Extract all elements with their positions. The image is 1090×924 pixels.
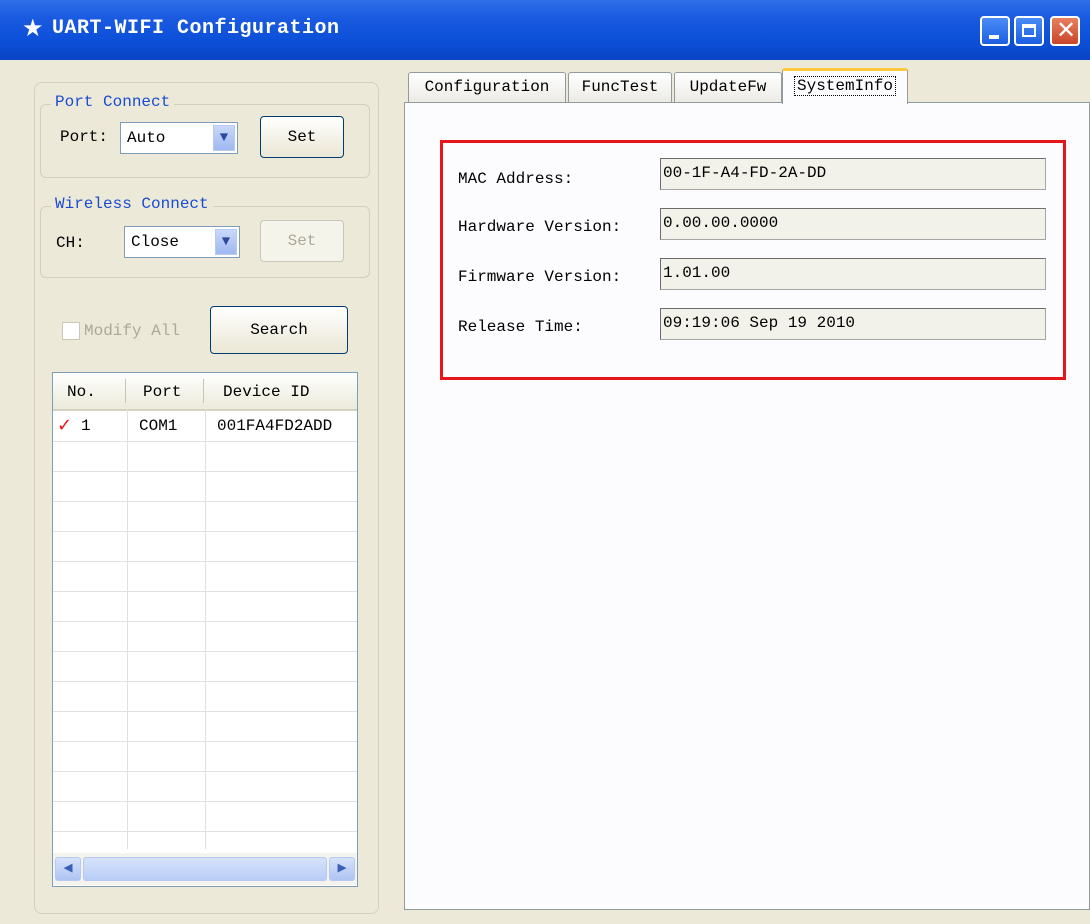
minimize-icon xyxy=(989,35,999,39)
horizontal-scrollbar[interactable]: ◀ ▶ xyxy=(53,853,357,885)
hardware-version-field[interactable]: 0.00.00.0000 xyxy=(660,208,1046,240)
release-time-field[interactable]: 09:19:06 Sep 19 2010 xyxy=(660,308,1046,340)
grid-line xyxy=(53,621,357,622)
grid-line xyxy=(53,771,357,772)
channel-select-value: Close xyxy=(131,233,180,251)
grid-line xyxy=(53,711,357,712)
window-title: UART-WIFI Configuration xyxy=(52,17,340,40)
table-row[interactable]: ✓ 1 COM1 001FA4FD2ADD xyxy=(53,411,357,441)
grid-line xyxy=(53,651,357,652)
column-divider[interactable] xyxy=(125,379,126,403)
device-list[interactable]: No. Port Device ID ✓ 1 COM1 001FA4FD2ADD… xyxy=(52,372,358,887)
grid-line xyxy=(205,409,206,849)
modify-all-label: Modify All xyxy=(84,322,181,340)
modify-all-checkbox[interactable] xyxy=(62,322,80,340)
maximize-icon xyxy=(1022,24,1036,37)
ch-label: CH: xyxy=(56,234,85,252)
tab-systeminfo[interactable]: SystemInfo xyxy=(782,68,908,104)
tab-functest-label: FuncTest xyxy=(581,78,659,96)
column-header-no[interactable]: No. xyxy=(67,383,96,401)
grid-line xyxy=(53,441,357,442)
mac-address-label: MAC Address: xyxy=(458,170,574,188)
grid-line xyxy=(53,471,357,472)
row-device-id: 001FA4FD2ADD xyxy=(217,417,333,435)
grid-line xyxy=(53,741,357,742)
grid-line xyxy=(53,681,357,682)
port-select-value: Auto xyxy=(127,129,166,147)
device-list-header: No. Port Device ID xyxy=(53,373,357,411)
search-button[interactable]: Search xyxy=(210,306,348,354)
tab-configuration[interactable]: Configuration xyxy=(408,72,566,102)
wireless-set-button[interactable]: Set xyxy=(260,220,344,262)
grid-line xyxy=(53,531,357,532)
grid-line xyxy=(53,831,357,832)
app-window: ★ UART-WIFI Configuration ✕ Port Connect… xyxy=(0,0,1090,924)
scroll-thumb[interactable] xyxy=(83,857,327,881)
minimize-button[interactable] xyxy=(980,16,1010,46)
column-header-device-id[interactable]: Device ID xyxy=(223,383,309,401)
firmware-version-field[interactable]: 1.01.00 xyxy=(660,258,1046,290)
close-icon: ✕ xyxy=(1056,16,1077,44)
column-divider[interactable] xyxy=(203,379,204,403)
title-bar[interactable]: ★ UART-WIFI Configuration ✕ xyxy=(0,0,1090,60)
port-select[interactable]: Auto ▼ xyxy=(120,122,238,154)
row-no: 1 xyxy=(81,417,91,435)
firmware-version-label: Firmware Version: xyxy=(458,268,622,286)
grid-line xyxy=(53,501,357,502)
mac-address-field[interactable]: 00-1F-A4-FD-2A-DD xyxy=(660,158,1046,190)
release-time-label: Release Time: xyxy=(458,318,583,336)
close-button[interactable]: ✕ xyxy=(1050,16,1080,46)
tab-updatefw-label: UpdateFw xyxy=(689,78,767,96)
scroll-left-icon[interactable]: ◀ xyxy=(55,857,81,881)
tab-functest[interactable]: FuncTest xyxy=(568,72,672,102)
tab-systeminfo-label: SystemInfo xyxy=(793,76,896,96)
channel-select[interactable]: Close ▼ xyxy=(124,226,240,258)
chevron-down-icon[interactable]: ▼ xyxy=(213,125,235,151)
checkmark-icon[interactable]: ✓ xyxy=(57,415,72,436)
scroll-right-icon[interactable]: ▶ xyxy=(329,857,355,881)
port-connect-title: Port Connect xyxy=(51,93,175,111)
wireless-connect-title: Wireless Connect xyxy=(51,195,213,213)
maximize-button[interactable] xyxy=(1014,16,1044,46)
port-set-button[interactable]: Set xyxy=(260,116,344,158)
tab-updatefw[interactable]: UpdateFw xyxy=(674,72,782,102)
column-header-port[interactable]: Port xyxy=(143,383,181,401)
tab-configuration-label: Configuration xyxy=(424,78,550,96)
app-star-icon: ★ xyxy=(22,14,44,42)
grid-line xyxy=(53,591,357,592)
row-port: COM1 xyxy=(139,417,178,435)
grid-line xyxy=(53,561,357,562)
grid-line xyxy=(127,409,128,849)
grid-line xyxy=(53,801,357,802)
chevron-down-icon[interactable]: ▼ xyxy=(215,229,237,255)
port-label: Port: xyxy=(60,128,109,146)
hardware-version-label: Hardware Version: xyxy=(458,218,622,236)
